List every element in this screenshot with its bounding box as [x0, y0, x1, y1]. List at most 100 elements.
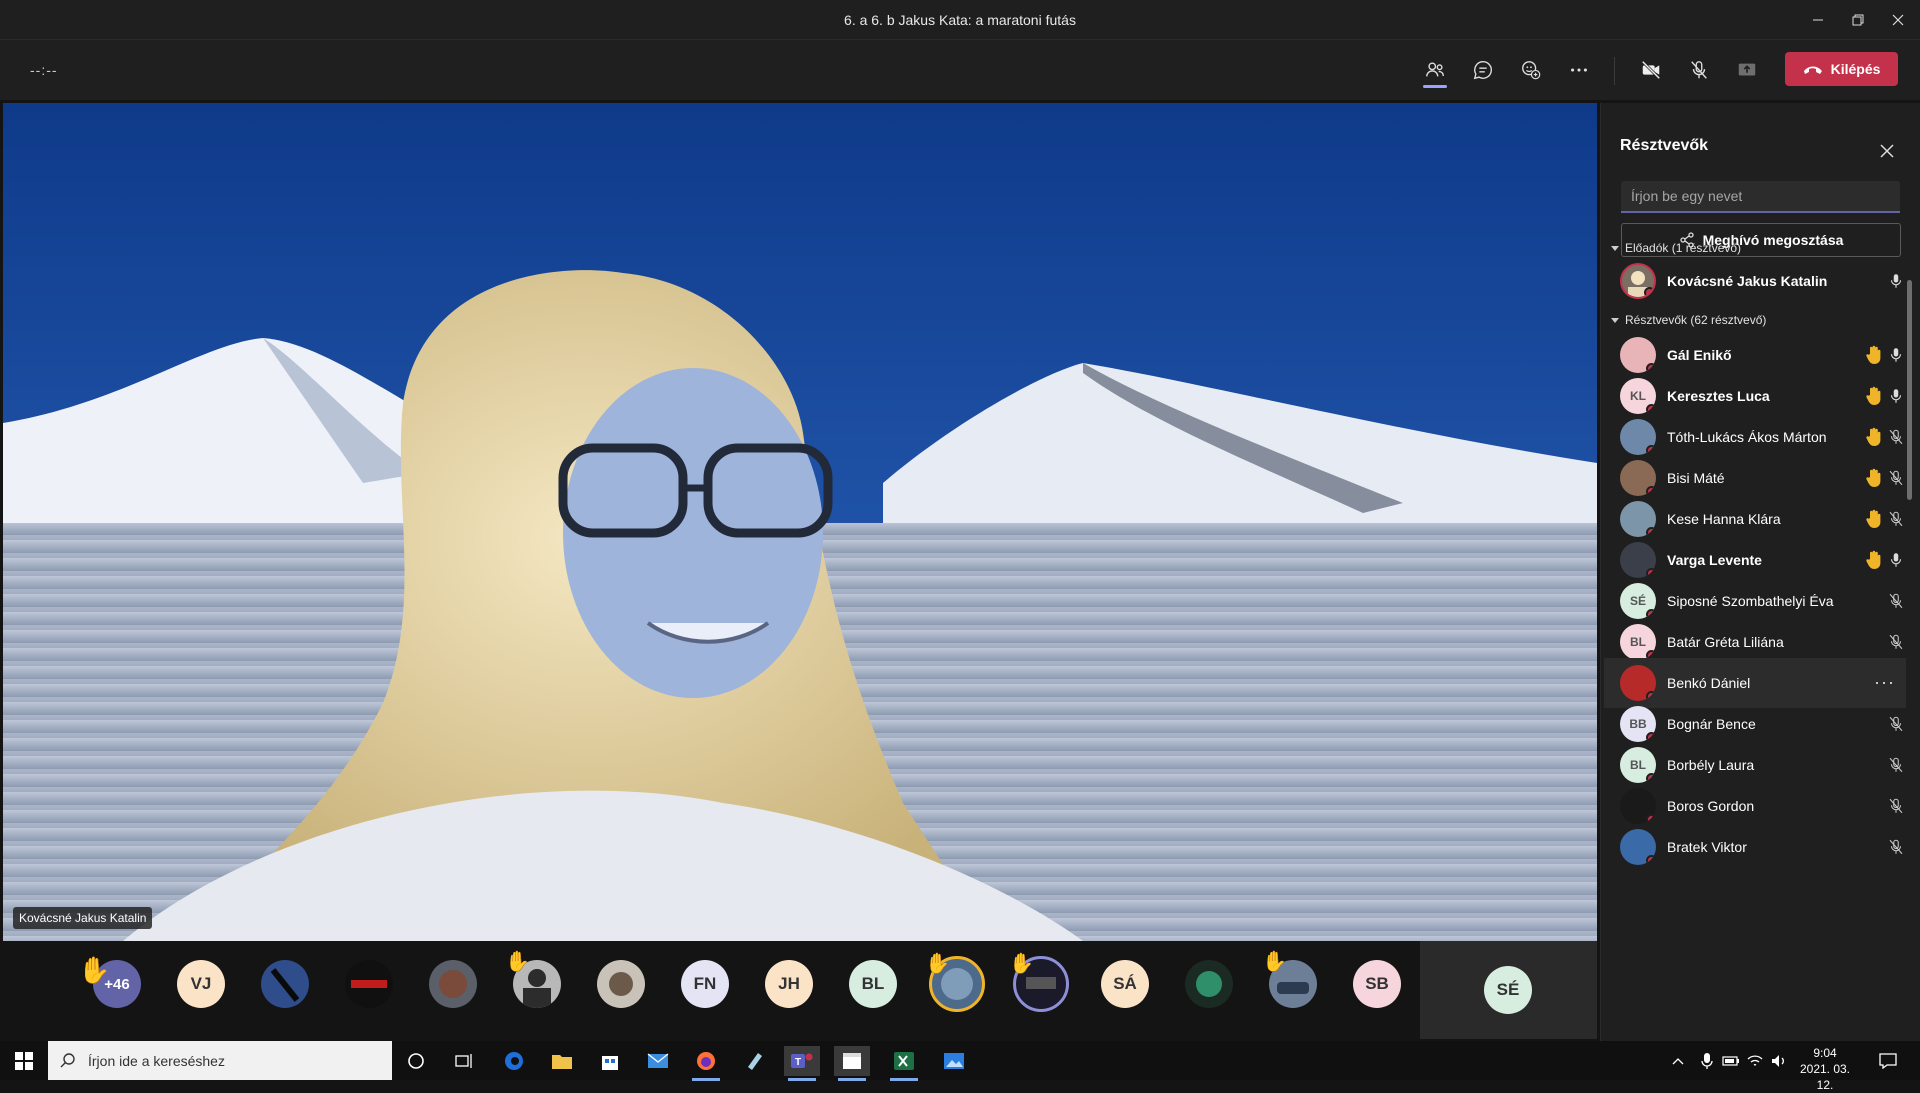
leave-button[interactable]: Kilépés: [1785, 52, 1898, 86]
excel-app[interactable]: [886, 1046, 922, 1081]
participant-search-input[interactable]: [1621, 181, 1900, 213]
chevron-up-icon: [1672, 1058, 1684, 1065]
battery-icon: [1722, 1056, 1739, 1066]
start-button[interactable]: [6, 1046, 42, 1076]
presence-busy-icon: [1644, 287, 1654, 297]
network-button[interactable]: [1744, 1046, 1766, 1076]
task-view-icon: [455, 1054, 472, 1068]
speaker-name-label: Kovácsné Jakus Katalin: [13, 907, 153, 929]
show-hidden-icons-button[interactable]: [1668, 1046, 1688, 1076]
avatar: BL: [1620, 624, 1656, 660]
participant-row[interactable]: Bratek Viktor: [1604, 822, 1906, 872]
raised-hand-icon: [1866, 550, 1881, 569]
panel-scrollbar[interactable]: [1907, 280, 1912, 500]
taskbar-search-placeholder: Írjon ide a kereséshez: [88, 1052, 225, 1069]
wifi-icon: [1747, 1055, 1763, 1066]
participant-tile[interactable]: SÁ: [1101, 960, 1149, 1008]
chat-button[interactable]: [1463, 50, 1503, 90]
participant-tile[interactable]: [597, 960, 645, 1008]
teams-app[interactable]: T: [784, 1046, 820, 1081]
participants-panel: Résztvevők Meghívó megosztása Előadók (1…: [1600, 103, 1920, 1041]
leave-label: Kilépés: [1830, 61, 1881, 77]
volume-button[interactable]: [1768, 1046, 1790, 1076]
mic-off-icon: [1889, 757, 1903, 773]
close-icon: [1892, 14, 1904, 26]
cortana-button[interactable]: [398, 1046, 434, 1076]
store-app[interactable]: [592, 1046, 628, 1076]
avatar-image: [351, 980, 387, 988]
mic-off-icon: [1889, 634, 1903, 650]
presenters-section-toggle[interactable]: Előadók (1 résztvevő): [1611, 241, 1741, 255]
participant-tile[interactable]: [429, 960, 477, 1008]
more-options-icon[interactable]: ···: [1874, 672, 1895, 693]
chevron-down-icon: [1611, 317, 1619, 323]
edge-app[interactable]: [496, 1046, 532, 1076]
avatar: BL: [1620, 747, 1656, 783]
title-bar: 6. a 6. b Jakus Kata: a maratoni futás: [0, 0, 1920, 40]
more-actions-button[interactable]: [1559, 50, 1599, 90]
speaker-video-frame: [3, 103, 1597, 941]
battery-button[interactable]: [1720, 1046, 1742, 1076]
store-icon: [602, 1056, 618, 1070]
avatar: [1620, 665, 1656, 701]
attendees-section-toggle[interactable]: Résztvevők (62 résztvevő): [1611, 313, 1766, 327]
taskbar-search-box[interactable]: Írjon ide a kereséshez: [48, 1041, 392, 1080]
action-center-button[interactable]: [1870, 1046, 1906, 1076]
mic-off-icon: [1889, 593, 1903, 609]
participant-row[interactable]: Kovácsné Jakus Katalin: [1604, 256, 1906, 306]
mail-app[interactable]: [640, 1046, 676, 1076]
participant-tile[interactable]: [345, 960, 393, 1008]
mic-on-icon: [1890, 274, 1902, 288]
participant-tile[interactable]: FN: [681, 960, 729, 1008]
participants-button[interactable]: [1415, 50, 1455, 90]
share-screen-icon: [1738, 63, 1756, 76]
avatar: BB: [1620, 706, 1656, 742]
participant-name: Bratek Viktor: [1667, 839, 1747, 855]
video-editor-app[interactable]: [834, 1046, 870, 1081]
chevron-down-icon: [1611, 245, 1619, 251]
microphone-icon: [1701, 1053, 1713, 1069]
close-window-button[interactable]: [1875, 0, 1920, 40]
participant-tile[interactable]: JH: [765, 960, 813, 1008]
tray-mic-button[interactable]: [1696, 1046, 1718, 1076]
tile-initials: SÉ: [1496, 980, 1520, 999]
mic-button[interactable]: [1679, 50, 1719, 90]
avatar-image: [609, 972, 633, 996]
avatar-initials: BL: [1630, 635, 1646, 649]
avatar: KL: [1620, 378, 1656, 414]
participant-tile[interactable]: VJ: [177, 960, 225, 1008]
notification-icon: [1879, 1053, 1897, 1069]
participant-tile[interactable]: BL: [849, 960, 897, 1008]
raised-hand-icon: [1866, 509, 1881, 528]
file-explorer-app[interactable]: [544, 1046, 580, 1076]
avatar-initials: BL: [1630, 758, 1646, 772]
firefox-app[interactable]: [688, 1046, 724, 1081]
task-view-button[interactable]: [446, 1046, 482, 1076]
photos-icon: [944, 1053, 964, 1069]
participant-tile[interactable]: SB: [1353, 960, 1401, 1008]
notes-app[interactable]: [736, 1046, 772, 1076]
raised-hand-icon: ✋: [1262, 951, 1287, 973]
windows-logo-icon: [15, 1052, 33, 1070]
raised-hand-icon: ✋: [1009, 953, 1034, 975]
raised-hand-icon: [1866, 427, 1881, 446]
mail-icon: [647, 1053, 669, 1068]
photos-app[interactable]: [936, 1046, 972, 1076]
participant-tile[interactable]: [1185, 960, 1233, 1008]
avatar: [1620, 460, 1656, 496]
reactions-button[interactable]: [1511, 50, 1551, 90]
chat-icon: [1473, 61, 1492, 80]
participant-tile[interactable]: SÉ: [1484, 966, 1532, 1014]
firefox-icon: [697, 1052, 715, 1070]
avatar-image: [1196, 971, 1222, 997]
raised-hand-icon: [1866, 345, 1881, 364]
large-participant-tile[interactable]: SÉ: [1420, 941, 1597, 1039]
participant-tile[interactable]: [261, 960, 309, 1008]
close-panel-icon[interactable]: [1877, 141, 1897, 161]
camera-button[interactable]: [1631, 50, 1671, 90]
share-screen-button[interactable]: [1727, 50, 1767, 90]
mic-on-icon: [1890, 348, 1902, 362]
tile-initials: VJ: [190, 974, 212, 993]
taskbar-clock[interactable]: 9:04 2021. 03. 12.: [1790, 1045, 1860, 1093]
raised-hand-icon: [1866, 386, 1881, 405]
